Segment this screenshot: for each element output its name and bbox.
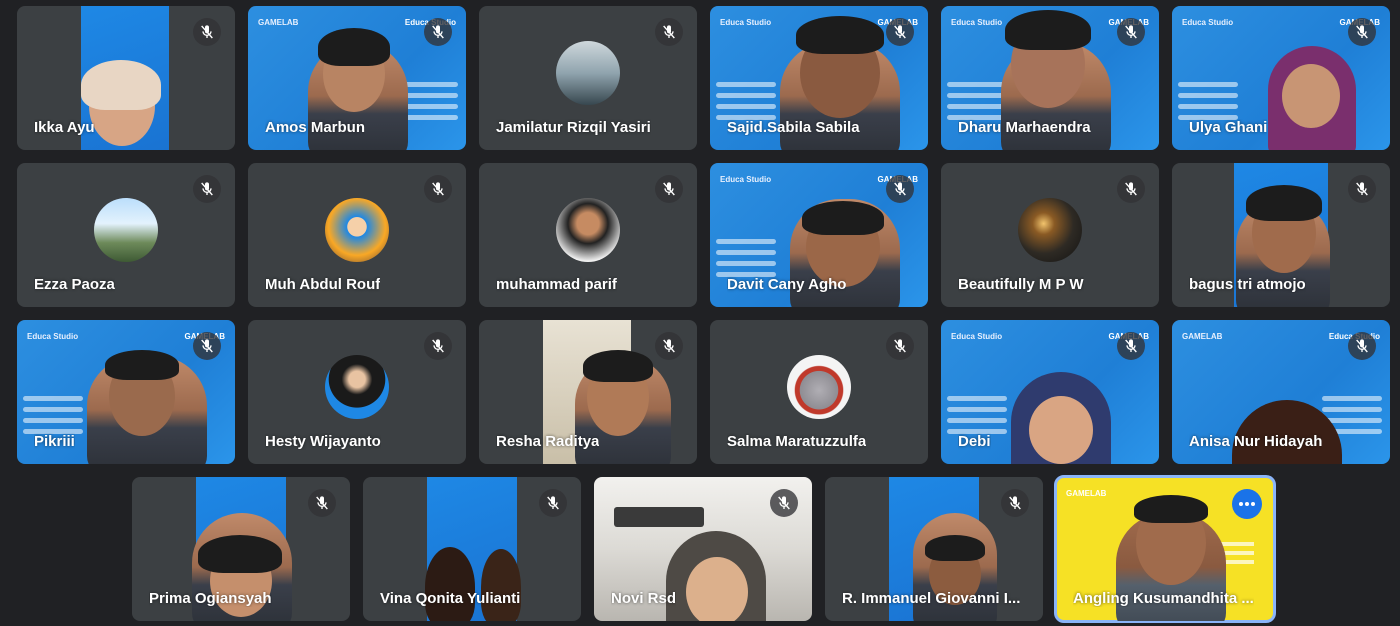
participant-name: Ezza Paoza [34, 276, 115, 293]
participant-tile[interactable]: Hesty Wijayanto [248, 320, 466, 464]
participant-name: bagus tri atmojo [1189, 276, 1306, 293]
participant-name: R. Immanuel Giovanni I... [842, 590, 1021, 607]
participant-name: Vina Qonita Yulianti [380, 590, 521, 607]
mic-off-icon[interactable] [655, 175, 683, 203]
gamelab-logo: GAMELAB [1066, 489, 1107, 498]
participant-tile[interactable]: GAMELAB Educa Studio Amos Marbun [248, 6, 466, 150]
mic-off-icon[interactable] [193, 175, 221, 203]
gamelab-logo: GAMELAB [258, 18, 299, 27]
mic-off-icon[interactable] [1001, 489, 1029, 517]
avatar [556, 198, 620, 262]
brand-label: Educa Studio [1182, 18, 1234, 27]
gamelab-logo: GAMELAB [1182, 332, 1223, 341]
participant-tile[interactable]: Resha Raditya [479, 320, 697, 464]
participant-tile[interactable]: Educa Studio GAMELAB Pikriii [17, 320, 235, 464]
participant-name: Muh Abdul Rouf [265, 276, 381, 293]
avatar [787, 355, 851, 419]
mic-off-icon[interactable] [655, 332, 683, 360]
participant-tile[interactable]: bagus tri atmojo [1172, 163, 1390, 307]
participant-tile[interactable]: Novi Rsd [594, 477, 812, 621]
participant-name: Resha Raditya [496, 433, 600, 450]
avatar [325, 355, 389, 419]
participant-name: Dharu Marhaendra [958, 119, 1091, 136]
mic-off-icon[interactable] [886, 18, 914, 46]
mic-off-icon[interactable] [308, 489, 336, 517]
participant-name: Salma Maratuzzulfa [727, 433, 867, 450]
mic-off-icon[interactable] [1348, 18, 1376, 46]
participant-name: Ikka Ayu [34, 119, 95, 136]
mic-off-icon[interactable] [193, 18, 221, 46]
participant-tile[interactable]: R. Immanuel Giovanni I... [825, 477, 1043, 621]
mic-off-icon[interactable] [1348, 175, 1376, 203]
participant-tile[interactable]: Educa Studio GAMELAB Debi [941, 320, 1159, 464]
brand-label: Educa Studio [951, 332, 1003, 341]
mic-off-icon[interactable] [424, 18, 452, 46]
mic-off-icon[interactable] [886, 332, 914, 360]
brand-label: Educa Studio [951, 18, 1003, 27]
mic-off-icon[interactable] [770, 489, 798, 517]
brand-label: Educa Studio [720, 175, 772, 184]
participant-tile[interactable]: Muh Abdul Rouf [248, 163, 466, 307]
brand-label: Educa Studio [720, 18, 772, 27]
participant-tile[interactable]: Beautifully M P W [941, 163, 1159, 307]
participant-name: Amos Marbun [265, 119, 366, 136]
participant-name: Beautifully M P W [958, 276, 1084, 293]
participant-name: Sajid.Sabila Sabila [727, 119, 860, 136]
participant-tile[interactable]: muhammad parif [479, 163, 697, 307]
participant-tile[interactable]: Ezza Paoza [17, 163, 235, 307]
mic-off-icon[interactable] [424, 175, 452, 203]
mic-off-icon[interactable] [1117, 332, 1145, 360]
participant-tile[interactable]: Prima Ogiansyah [132, 477, 350, 621]
participant-tile[interactable]: GAMELAB Educa Studio Anisa Nur Hidayah [1172, 320, 1390, 464]
participant-name: Jamilatur Rizqil Yasiri [496, 119, 651, 136]
participant-name: Hesty Wijayanto [265, 433, 381, 450]
more-options-icon[interactable] [1232, 489, 1262, 519]
participant-name: Anisa Nur Hidayah [1189, 433, 1323, 450]
mic-off-icon[interactable] [655, 18, 683, 46]
participant-name: Debi [958, 433, 991, 450]
mic-off-icon[interactable] [886, 175, 914, 203]
avatar [1018, 198, 1082, 262]
participant-name: Ulya Ghani [1189, 119, 1268, 136]
mic-off-icon[interactable] [539, 489, 567, 517]
participant-tile[interactable]: Salma Maratuzzulfa [710, 320, 928, 464]
avatar [94, 198, 158, 262]
participant-tile-active-speaker[interactable]: GAMELAB Angling Kusumandhita ... [1054, 475, 1276, 623]
avatar [325, 198, 389, 262]
participant-name: muhammad parif [496, 276, 617, 293]
avatar [556, 41, 620, 105]
participant-name: Angling Kusumandhita ... [1073, 590, 1254, 607]
participant-tile[interactable]: Vina Qonita Yulianti [363, 477, 581, 621]
participant-name: Davit Cany Agho [727, 276, 847, 293]
mic-off-icon[interactable] [1117, 18, 1145, 46]
participant-tile[interactable]: Educa Studio GAMELAB Dharu Marhaendra [941, 6, 1159, 150]
participant-tile[interactable]: Jamilatur Rizqil Yasiri [479, 6, 697, 150]
participant-tile[interactable]: Ikka Ayu [17, 6, 235, 150]
participant-tile[interactable]: Educa Studio GAMELAB Sajid.Sabila Sabila [710, 6, 928, 150]
mic-off-icon[interactable] [1348, 332, 1376, 360]
participant-tile[interactable]: Educa Studio GAMELAB Ulya Ghani [1172, 6, 1390, 150]
participant-name: Pikriii [34, 433, 75, 450]
mic-off-icon[interactable] [193, 332, 221, 360]
mic-off-icon[interactable] [1117, 175, 1145, 203]
mic-off-icon[interactable] [424, 332, 452, 360]
brand-label: Educa Studio [27, 332, 79, 341]
participant-tile[interactable]: Educa Studio GAMELAB Davit Cany Agho [710, 163, 928, 307]
participant-name: Novi Rsd [611, 590, 677, 607]
participant-name: Prima Ogiansyah [149, 590, 272, 607]
